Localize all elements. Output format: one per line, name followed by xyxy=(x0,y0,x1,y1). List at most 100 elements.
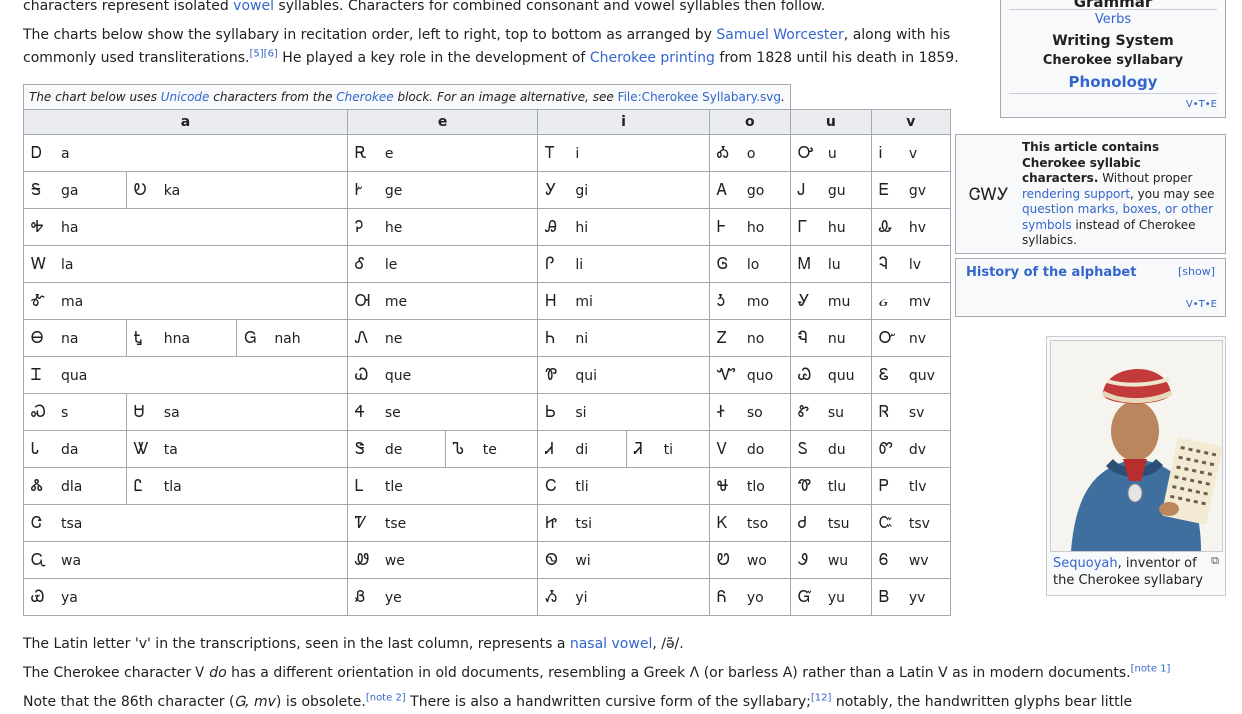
navbox-writing-system: Writing System xyxy=(1052,33,1174,49)
cherokee-glyph: Ꮻ xyxy=(545,550,558,569)
cherokee-glyph: Ꭷ xyxy=(133,180,147,199)
view-link[interactable]: V xyxy=(1186,99,1193,110)
cherokee-syllabary-current: Cherokee syllabary xyxy=(1042,53,1184,68)
sequoyah-portrait[interactable] xyxy=(1050,340,1223,552)
cherokee-link[interactable]: Cherokee xyxy=(336,90,393,104)
citation-link[interactable]: [5][6] xyxy=(250,48,278,59)
syllable-cell: Ꮀho xyxy=(708,208,791,246)
syllable-cell: Ꮁhu xyxy=(789,208,872,246)
show-toggle[interactable]: [show] xyxy=(1178,265,1215,278)
sequoyah-link[interactable]: Sequoyah xyxy=(1053,556,1118,571)
syllable-cell: Ꮑne xyxy=(346,319,539,357)
cherokee-glyph: Ᏸ xyxy=(354,587,366,606)
phonology-link[interactable]: Phonology xyxy=(1069,73,1158,91)
cherokee-printing-link[interactable]: Cherokee printing xyxy=(590,50,715,66)
syllable-cell: Ꮋmi xyxy=(537,282,710,320)
vowel-link[interactable]: vowel xyxy=(233,0,274,14)
cherokee-glyph: Ꮩ xyxy=(716,439,728,458)
verbs-link[interactable]: Verbs xyxy=(1095,12,1131,27)
cherokee-glyph: Ꮁ xyxy=(797,217,808,236)
cherokee-glyph: Ꮽ xyxy=(797,550,808,569)
syllable-cell: Ꮓno xyxy=(708,319,791,357)
syllable-cell: Ꭺgo xyxy=(708,171,791,209)
transliteration: v xyxy=(908,146,918,162)
transliteration: yu xyxy=(827,590,845,606)
intro-text: commonly used transliterations. xyxy=(23,50,250,66)
samuel-worcester-link[interactable]: Samuel Worcester xyxy=(716,27,843,43)
cherokee-glyph: Ꮷ xyxy=(797,513,807,532)
syllable-cell: Ꮔnu xyxy=(789,319,872,357)
syllable-cell: Ꮐnah xyxy=(236,319,348,357)
syllable-cell: Ꮣda xyxy=(23,430,127,468)
cherokee-glyph: Ꮐ xyxy=(244,328,257,347)
transliteration: ka xyxy=(163,183,181,199)
cherokee-glyph: Ꮆ xyxy=(716,254,729,273)
history-vte: V•T•E xyxy=(1185,299,1217,310)
history-navbox: History of the alphabet [show] V•T•E xyxy=(955,258,1226,317)
syllable-cell: Ꮫdv xyxy=(870,430,951,468)
syllable-cell: Ꮤta xyxy=(125,430,348,468)
transliteration: wo xyxy=(746,553,767,569)
transliteration: lv xyxy=(908,257,922,273)
note-1-link[interactable]: [note 1] xyxy=(1131,663,1171,674)
syllable-cell: Ꮡsu xyxy=(789,393,872,431)
cherokee-glyph: Ꮓ xyxy=(716,328,727,347)
syllable-cell: Ꮥde xyxy=(346,430,446,468)
view-link[interactable]: V xyxy=(1186,299,1193,310)
nasal-vowel-link[interactable]: nasal vowel xyxy=(570,636,652,652)
syllable-cell: Ꮬdla xyxy=(23,467,127,505)
transliteration: nv xyxy=(908,331,926,347)
transliteration: dla xyxy=(61,479,83,495)
enlarge-icon[interactable]: ⧉ xyxy=(1211,554,1219,568)
transliteration: mi xyxy=(575,294,593,310)
note-2-link[interactable]: [note 2] xyxy=(366,692,406,703)
transliteration: lo xyxy=(746,257,760,273)
cherokee-glyph: Ꮄ xyxy=(354,254,365,273)
unicode-link[interactable]: Unicode xyxy=(161,90,210,104)
table-row: Ꮿya Ᏸye Ᏹyi Ᏺyo Ᏻyu Ᏼyv xyxy=(23,578,951,616)
cherokee-glyph: Ꮣ xyxy=(31,439,40,458)
column-header-v: v xyxy=(870,109,951,135)
syllable-cell: Ꮭtla xyxy=(125,467,348,505)
transliteration: yo xyxy=(746,590,764,606)
transliteration: quv xyxy=(908,368,935,384)
transliteration: yv xyxy=(908,590,926,606)
cherokee-glyph: Ꮜ xyxy=(133,402,145,421)
citation-12-link[interactable]: [12] xyxy=(811,692,832,703)
edit-link[interactable]: E xyxy=(1211,99,1217,110)
after-text: notably, the handwritten glyphs bear lit… xyxy=(831,694,1133,710)
svg-file-link[interactable]: File:Cherokee Syllabary.svg xyxy=(618,90,781,104)
talk-link[interactable]: T xyxy=(1199,299,1205,310)
language-navbox: Grammar Verbs Writing System Cherokee sy… xyxy=(1000,0,1226,118)
cherokee-glyph: Ꮀ xyxy=(716,217,726,236)
syllable-cell: Ꮰtlo xyxy=(708,467,791,505)
syllable-cell: Ꮞse xyxy=(346,393,539,431)
transliteration: tle xyxy=(384,479,403,495)
cherokee-glyph: Ꮳ xyxy=(31,513,43,532)
transliteration: so xyxy=(746,405,763,421)
cherokee-glyph: Ꮈ xyxy=(878,254,888,273)
transliteration: quu xyxy=(827,368,855,384)
edit-link[interactable]: E xyxy=(1211,299,1217,310)
cherokee-glyph: Ꮯ xyxy=(545,476,557,495)
transliteration: da xyxy=(61,442,79,458)
talk-link[interactable]: T xyxy=(1199,99,1205,110)
cherokee-script-icon: ᏣᎳᎩ xyxy=(969,185,1009,205)
syllable-cell: Ᏸye xyxy=(346,578,539,616)
history-of-alphabet-link[interactable]: History of the alphabet xyxy=(966,265,1136,280)
rendering-support-link[interactable]: rendering support xyxy=(1022,187,1130,201)
syllable-cell: Ꮍmu xyxy=(789,282,872,320)
transliteration: mv xyxy=(908,294,931,310)
intro-line-1: The charts below show the syllabary in r… xyxy=(23,24,950,47)
cherokee-glyph: Ꮤ xyxy=(133,439,150,458)
table-row: Ꮉma Ꮊme Ꮋmi Ꮌmo Ꮍmu ᏽ mv xyxy=(23,282,951,320)
cherokee-glyph: Ꮱ xyxy=(797,476,812,495)
syllable-cell: Ꮌmo xyxy=(708,282,791,320)
cherokee-glyph: Ꮗ xyxy=(354,365,369,384)
cherokee-glyph: ᏽ xyxy=(878,291,888,310)
after-text: The Latin letter 'v' in the transcriptio… xyxy=(23,636,570,652)
syllable-cell: Ꮂhv xyxy=(870,208,951,246)
caption-text: The chart below uses xyxy=(29,90,161,104)
column-header-e: e xyxy=(346,109,539,135)
transliteration: si xyxy=(575,405,587,421)
